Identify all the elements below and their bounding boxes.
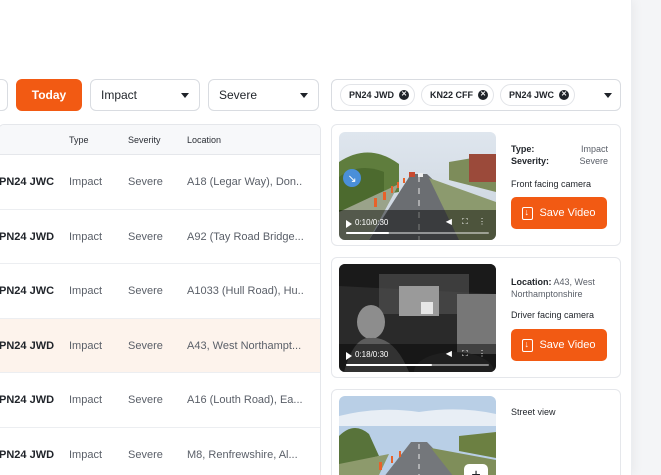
- svg-text:↘: ↘: [347, 172, 356, 185]
- location-cell: A1033 (Hull Road), Hu...: [187, 285, 303, 297]
- table-row[interactable]: PN24 JWD Impact Severe A43, West Northampt.…: [0, 318, 320, 373]
- severity-cell: Severe: [128, 230, 163, 243]
- chevron-down-icon: [604, 92, 612, 98]
- events-table: Type Severity Location PN24 JWC Impact Sev…: [0, 124, 321, 475]
- video-progress-track[interactable]: [346, 232, 489, 234]
- location-cell: M8, Renfrewshire, Al...: [187, 448, 298, 461]
- location-cell: A18 (Legar Way), Don...: [187, 176, 303, 188]
- type-cell: Impact: [69, 230, 103, 243]
- vehicle-chip: PN24 JWC ✕: [500, 84, 576, 106]
- table-row[interactable]: PN24 JWC Impact Severe A1033 (Hull Road), H…: [0, 264, 320, 319]
- front-camera-video[interactable]: ↘ 0:10/0:30 ◀ ⛶ ⋮: [339, 132, 496, 240]
- location-cell: A16 (Louth Road), Ea...: [187, 394, 303, 406]
- driver-camera-video[interactable]: 0:18/0:30 ◀ ⛶ ⋮: [339, 264, 496, 372]
- today-button[interactable]: Today: [16, 79, 82, 111]
- vehicle-chip-label: KN22 CFF: [430, 90, 474, 100]
- front-camera-card: ↘ 0:10/0:30 ◀ ⛶ ⋮ Type: Impact Severity: S…: [331, 124, 621, 246]
- vehicle-chip-label: PN24 JWC: [509, 90, 555, 100]
- severity-select-value: Severe: [219, 88, 258, 102]
- vehicle-chip-label: PN24 JWD: [349, 90, 395, 100]
- severity-cell: Severe: [128, 285, 163, 297]
- column-header-location[interactable]: Location: [187, 135, 221, 145]
- street-view-card: + Street view: [331, 389, 621, 475]
- main-panel: Today Impact Severe PN24 JWD ✕ KN22 CFF …: [0, 0, 632, 475]
- close-icon[interactable]: ✕: [478, 90, 489, 100]
- table-row[interactable]: PN24 JWC Impact Severe A18 (Legar Way), Don…: [0, 155, 320, 210]
- play-icon[interactable]: [346, 220, 352, 228]
- type-cell: Impact: [69, 448, 103, 461]
- video-controls: 0:18/0:30 ◀ ⛶ ⋮: [339, 346, 496, 372]
- street-view-image[interactable]: +: [339, 396, 496, 475]
- close-icon[interactable]: ✕: [399, 90, 410, 100]
- table-row[interactable]: PN24 JWD Impact Severe A16 (Louth Road), Ea…: [0, 373, 320, 428]
- vehicle-reg-cell: PN24 JWD: [0, 394, 55, 406]
- video-controls: 0:10/0:30 ◀ ⛶ ⋮: [339, 214, 496, 240]
- table-header: Type Severity Location: [0, 125, 320, 155]
- chevron-down-icon: [181, 92, 189, 98]
- driver-camera-card: 0:18/0:30 ◀ ⛶ ⋮ Location: A43, West Nort…: [331, 257, 621, 378]
- severity-value: Severe: [579, 156, 608, 166]
- location-cell: A43, West Northampt...: [187, 339, 302, 352]
- download-icon: [522, 338, 534, 352]
- volume-fullscreen-more-icons[interactable]: ◀ ⛶ ⋮: [446, 349, 490, 359]
- date-range-button[interactable]: [0, 79, 8, 111]
- vehicle-reg-cell: PN24 JWC: [0, 176, 55, 188]
- save-video-label: Save Video: [539, 339, 596, 351]
- vehicle-reg-cell: PN24 JWC: [0, 285, 55, 297]
- severity-cell: Severe: [128, 448, 163, 461]
- video-progress-fill: [346, 232, 389, 234]
- table-row[interactable]: PN24 JWD Impact Severe M8, Renfrewshire, Al…: [0, 428, 320, 475]
- vehicle-reg-cell: PN24 JWD: [0, 230, 55, 243]
- location-label: Location:: [511, 277, 552, 287]
- type-select-value: Impact: [101, 88, 138, 102]
- camera-caption: Front facing camera: [511, 179, 592, 189]
- video-progress-fill: [346, 364, 432, 366]
- severity-cell: Severe: [128, 394, 163, 406]
- video-progress-track[interactable]: [346, 364, 489, 366]
- severity-label: Severity:: [511, 156, 550, 166]
- camera-caption: Driver facing camera: [511, 310, 595, 320]
- column-header-type[interactable]: Type: [69, 135, 89, 145]
- table-row[interactable]: PN24 JWD Impact Severe A92 (Tay Road Bridge…: [0, 210, 320, 264]
- type-cell: Impact: [69, 339, 103, 352]
- location-cell: A92 (Tay Road Bridge...: [187, 230, 303, 243]
- type-label: Type:: [511, 144, 535, 154]
- save-video-button[interactable]: Save Video: [511, 329, 607, 361]
- close-icon[interactable]: ✕: [559, 90, 570, 100]
- play-icon[interactable]: [346, 352, 352, 360]
- type-select[interactable]: Impact: [90, 79, 200, 111]
- vehicle-select[interactable]: PN24 JWD ✕ KN22 CFF ✕ PN24 JWC ✕: [331, 79, 621, 111]
- download-icon: [522, 206, 534, 220]
- street-view-caption: Street view: [511, 407, 556, 417]
- severity-select[interactable]: Severe: [208, 79, 319, 111]
- video-time: 0:10/0:30: [355, 218, 389, 227]
- vehicle-chip: PN24 JWD ✕: [340, 84, 416, 106]
- video-time: 0:18/0:30: [355, 350, 389, 359]
- type-cell: Impact: [69, 285, 103, 297]
- front-event-info: Type: Impact Severity: Severe Front facing…: [511, 143, 608, 189]
- zoom-in-button[interactable]: +: [464, 464, 488, 475]
- type-cell: Impact: [69, 176, 103, 188]
- chevron-down-icon: [300, 92, 308, 98]
- driver-event-info: Location: A43, West Northamptonshire Dri…: [511, 276, 608, 321]
- type-value: Impact: [580, 144, 608, 154]
- column-header-severity[interactable]: Severity: [128, 135, 161, 145]
- vehicle-reg-cell: PN24 JWD: [0, 339, 55, 352]
- vehicle-chip: KN22 CFF ✕: [421, 84, 495, 106]
- save-video-button[interactable]: Save Video: [511, 197, 607, 229]
- severity-cell: Severe: [128, 339, 163, 352]
- severity-cell: Severe: [128, 176, 163, 188]
- vehicle-reg-cell: PN24 JWD: [0, 448, 55, 461]
- volume-fullscreen-more-icons[interactable]: ◀ ⛶ ⋮: [446, 217, 490, 227]
- save-video-label: Save Video: [539, 207, 596, 219]
- type-cell: Impact: [69, 394, 103, 406]
